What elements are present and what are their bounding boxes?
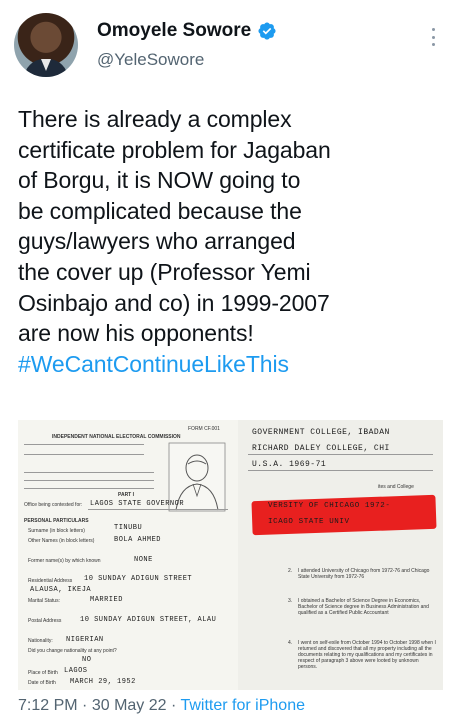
other-names-value: BOLA AHMED [114, 536, 162, 544]
other-names-label: Other Names (in block letters) [28, 538, 95, 544]
nationality-value: NIGERIAN [66, 636, 104, 644]
school-line-3: U.S.A. 1969-71 [252, 460, 327, 469]
more-options-button[interactable] [423, 24, 443, 50]
postal-label: Postal Address [28, 618, 62, 624]
inec-form-image[interactable]: INDEPENDENT NATIONAL ELECTORAL COMMISSIO… [18, 420, 238, 690]
user-handle[interactable]: @YeleSowore [97, 50, 204, 70]
tweet-source-link[interactable]: Twitter for iPhone [180, 697, 305, 714]
paragraph-3: I obtained a Bachelor of Science Degree … [298, 598, 429, 616]
form-rule [24, 472, 154, 473]
form-rule [24, 444, 144, 445]
paragraph-2: I attended University of Chicago from 19… [298, 568, 430, 580]
office-label: Office being contested for: [24, 502, 83, 508]
tweet-line: There is already a complex [18, 106, 292, 132]
form-part: PART I [118, 492, 135, 498]
birthplace-label: Place of Birth [28, 670, 58, 676]
tweet-text: There is already a complex certificate p… [18, 104, 443, 379]
tweet-meta: 7:12 PM · 30 May 22 · Twitter for iPhone [18, 697, 305, 715]
paragraph-number: 3. [288, 598, 293, 604]
surname-label: Surname (in block letters) [28, 528, 85, 534]
residential-value: 10 SUNDAY ADIGUN STREET [84, 575, 193, 583]
form-rule [24, 480, 154, 481]
paragraph-number: 2. [288, 568, 293, 574]
red-highlight [251, 494, 437, 536]
tweet-line: the cover up (Professor Yemi [18, 258, 311, 285]
dob-value: MARCH 29, 1952 [70, 678, 136, 686]
school-line-1: GOVERNMENT COLLEGE, IBADAN [252, 428, 390, 437]
former-name-value: NONE [134, 556, 153, 564]
name-row: Omoyele Sowore [97, 20, 277, 42]
changed-value: NO [82, 656, 92, 664]
residential-label: Residential Address [28, 578, 73, 584]
dob-label: Date of Birth [28, 680, 56, 686]
tweet-header: Omoyele Sowore @YeleSowore [0, 0, 457, 90]
paragraph-4: I went on self-exile from October 1994 t… [298, 640, 436, 670]
verified-badge-icon [258, 22, 276, 40]
avatar[interactable] [14, 13, 78, 77]
marital-label: Marital Status: [28, 598, 60, 604]
header-fragment: ites and College [378, 484, 414, 490]
postal-value: 10 SUNDAY ADIGUN STREET, ALAU [80, 616, 217, 624]
meta-separator: · [171, 697, 177, 714]
hashtag-link[interactable]: #WeCantContinueLikeThis [18, 349, 443, 380]
form-rule [248, 454, 433, 455]
tweet-line: Osinbajo and co) in 1999-2007 [18, 289, 330, 316]
birthplace-value: LAGOS [64, 667, 88, 675]
form-rule [88, 509, 228, 510]
form-rule [248, 470, 433, 471]
residential-value-2: ALAUSA, IKEJA [30, 586, 92, 594]
tweet-line: certificate problem for Jagaban [18, 136, 331, 163]
tweet-date[interactable]: 30 May 22 [92, 697, 167, 714]
display-name[interactable]: Omoyele Sowore [97, 20, 251, 42]
school-line-2: RICHARD DALEY COLLEGE, CHI [252, 444, 390, 453]
tweet-time[interactable]: 7:12 PM [18, 697, 78, 714]
surname-value: TINUBU [114, 524, 143, 532]
tweet-line: be complicated because the [18, 197, 302, 224]
former-name-label: Former name(s) by which known [28, 558, 101, 564]
meta-separator: · [82, 697, 88, 714]
form-rule [24, 488, 154, 489]
more-dot-icon [431, 35, 435, 39]
office-value: LAGOS STATE GOVERNOR [90, 500, 185, 508]
paragraph-number: 4. [288, 640, 293, 646]
changed-label: Did you change nationality at any point? [28, 648, 117, 654]
tweet-media[interactable]: INDEPENDENT NATIONAL ELECTORAL COMMISSIO… [18, 420, 443, 690]
tweet-line: guys/lawyers who arranged [18, 228, 296, 255]
tweet-line: are now his opponents! [18, 320, 254, 347]
tweet-line: of Borgu, it is NOW going to [18, 167, 301, 194]
more-dot-icon [431, 28, 435, 31]
form-number: FORM CF.001 [188, 426, 220, 432]
nationality-label: Nationality: [28, 638, 53, 644]
form-rule [24, 454, 144, 455]
more-dot-icon [431, 43, 435, 46]
marital-value: MARRIED [90, 596, 123, 604]
form-heading: INDEPENDENT NATIONAL ELECTORAL COMMISSIO… [52, 434, 181, 440]
red-line-2: ICAGO STATE UNIV [268, 518, 350, 526]
section-heading: PERSONAL PARTICULARS [24, 518, 89, 524]
red-line-1: VERSITY OF CHICAGO 1972- [268, 502, 391, 510]
affidavit-image[interactable]: GOVERNMENT COLLEGE, IBADAN RICHARD DALEY… [238, 420, 443, 690]
